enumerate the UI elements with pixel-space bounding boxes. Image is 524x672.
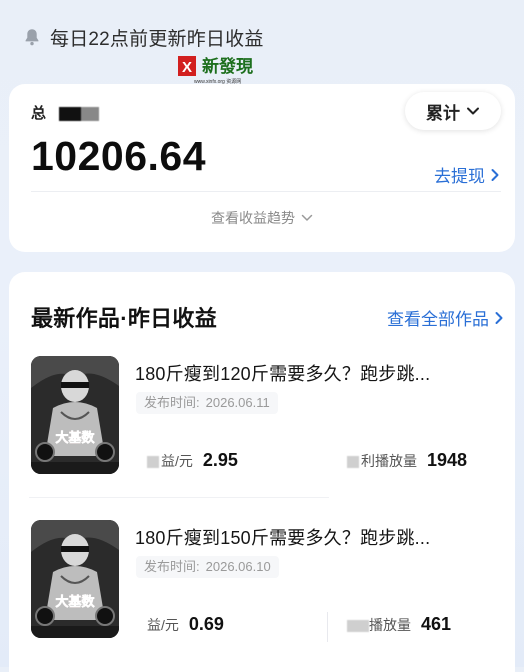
divider — [29, 497, 329, 498]
income-stat: 益/元 2.95 — [147, 450, 238, 471]
range-dropdown-button[interactable]: 累计 — [405, 92, 501, 130]
plays-stat: 播放量 461 — [347, 614, 451, 635]
work-item[interactable]: 大基数 180斤瘦到120斤需要多久？跑步跳... 发布时间: 2026.06.… — [29, 356, 509, 486]
bell-icon — [25, 29, 39, 46]
publish-date-value: 2026.06.11 — [205, 395, 270, 410]
income-label: 益/元 — [147, 617, 179, 633]
range-label: 累计 — [426, 103, 460, 123]
trend-toggle[interactable]: 查看收益趋势 — [9, 208, 515, 228]
withdraw-link[interactable]: 去提现 — [434, 162, 501, 187]
redacted-mask — [59, 107, 99, 121]
svg-text:大基数: 大基数 — [55, 430, 95, 446]
plays-value: 1948 — [427, 450, 468, 470]
earnings-card: 总 10206.64 累计 去提现 查看收益趋势 — [9, 84, 515, 252]
svg-text:大基数: 大基数 — [55, 594, 95, 610]
redacted-mask — [147, 456, 159, 468]
chevron-right-icon — [495, 311, 503, 324]
view-all-works-link[interactable]: 查看全部作品 — [387, 305, 505, 330]
withdraw-label: 去提现 — [434, 167, 485, 186]
total-label: 总 — [31, 105, 47, 122]
income-label: 益/元 — [161, 453, 193, 469]
work-thumbnail: 大基数 — [31, 520, 119, 638]
notice-bar: 每日22点前更新昨日收益 — [24, 22, 264, 52]
redacted-mask — [347, 620, 369, 632]
work-item[interactable]: 大基数 180斤瘦到150斤需要多久？跑步跳... 发布时间: 2026.06.… — [29, 520, 509, 650]
plays-stat: 利播放量 1948 — [347, 450, 467, 471]
income-value: 0.69 — [188, 614, 224, 634]
notice-text: 每日22点前更新昨日收益 — [50, 28, 264, 50]
total-amount: 10206.64 — [31, 133, 207, 179]
income-stat: 益/元 0.69 — [147, 614, 224, 635]
latest-works-card: 最新作品·昨日收益 查看全部作品 大基数 180斤瘦到120斤需要多久？跑步跳.… — [9, 272, 515, 672]
divider — [327, 612, 328, 642]
publish-label: 发布时间: — [144, 559, 200, 574]
income-value: 2.95 — [202, 450, 238, 470]
work-title: 180斤瘦到120斤需要多久？跑步跳... — [135, 364, 431, 384]
plays-value: 461 — [421, 614, 452, 634]
publish-date: 发布时间: 2026.06.11 — [136, 392, 278, 414]
svg-text:新發現: 新發現 — [202, 56, 253, 77]
plays-label: 播放量 — [369, 617, 411, 633]
divider — [31, 191, 501, 192]
work-thumbnail: 大基数 — [31, 356, 119, 474]
publish-date: 发布时间: 2026.06.10 — [136, 556, 279, 578]
svg-text:X: X — [182, 59, 192, 76]
plays-label: 利播放量 — [361, 453, 417, 469]
watermark-logo: X 新發現 www.xinfx.org 资源网 — [176, 54, 272, 86]
publish-date-value: 2026.06.10 — [205, 559, 271, 574]
work-title: 180斤瘦到150斤需要多久？跑步跳... — [135, 528, 431, 548]
view-all-label: 查看全部作品 — [387, 310, 489, 329]
chevron-down-icon — [467, 107, 479, 115]
section-title: 最新作品·昨日收益 — [31, 306, 218, 331]
redacted-mask — [347, 456, 359, 468]
publish-label: 发布时间: — [144, 395, 200, 410]
chevron-down-icon — [301, 214, 313, 221]
chevron-right-icon — [491, 168, 499, 181]
trend-label: 查看收益趋势 — [211, 210, 295, 226]
